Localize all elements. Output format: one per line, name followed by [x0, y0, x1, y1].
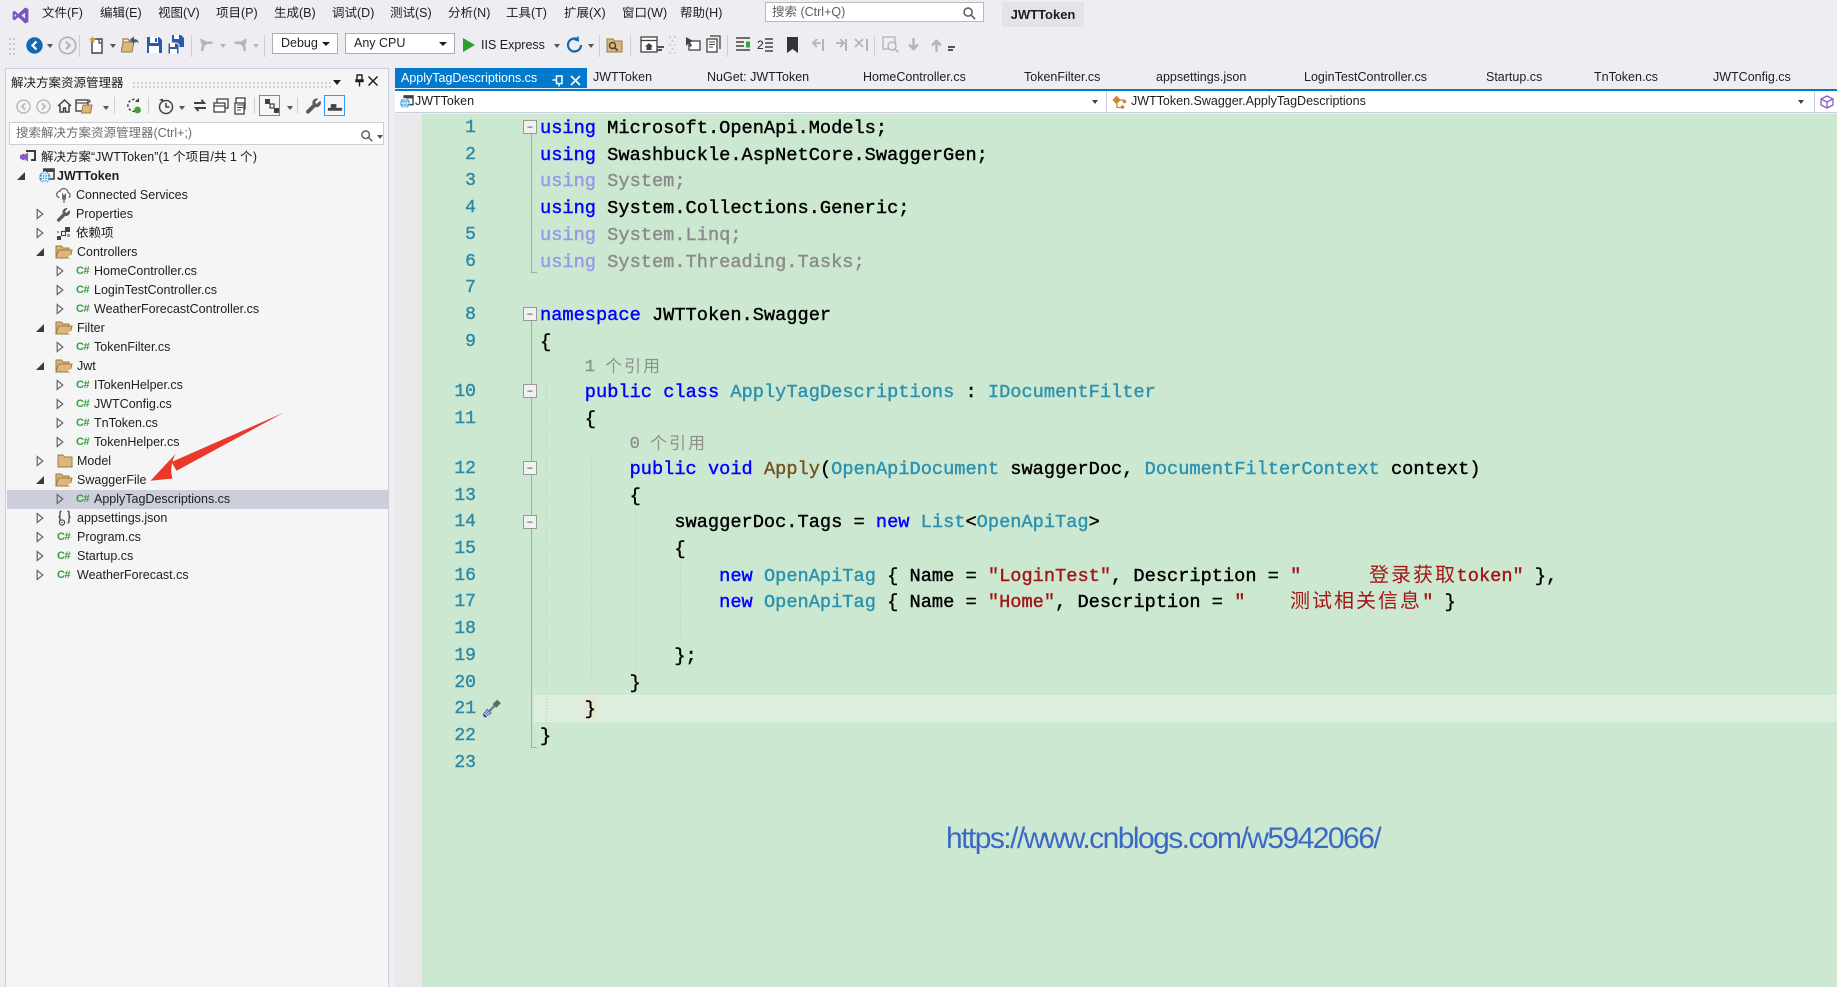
- svg-text:2: 2: [757, 38, 764, 52]
